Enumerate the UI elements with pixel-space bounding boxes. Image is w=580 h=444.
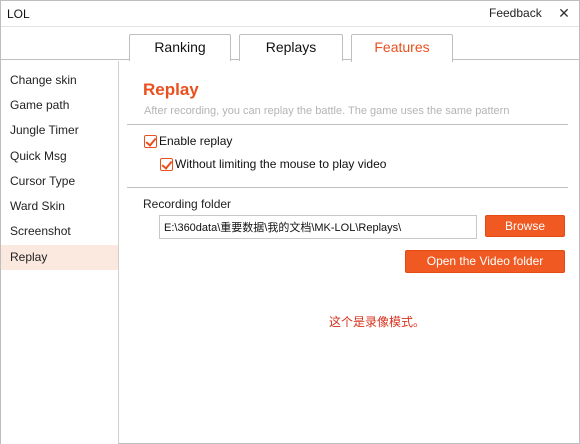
sidebar-item-game-path[interactable]: Game path (1, 93, 118, 118)
close-icon[interactable]: ✕ (555, 5, 573, 21)
recording-folder-label: Recording folder (143, 197, 232, 211)
enable-replay-checkbox[interactable]: Enable replay (144, 134, 232, 148)
no-mouse-limit-label: Without limiting the mouse to play video (175, 157, 387, 171)
enable-replay-label: Enable replay (159, 134, 233, 148)
tab-bar: Ranking Replays Features (1, 28, 579, 62)
recording-folder-input[interactable] (159, 215, 477, 239)
feedback-link[interactable]: Feedback (489, 6, 542, 20)
app-window: LOL Feedback ✕ Ranking Replays Features … (0, 0, 580, 444)
browse-button[interactable]: Browse (485, 215, 565, 237)
no-mouse-limit-checkbox[interactable]: Without limiting the mouse to play video (160, 157, 386, 171)
title-bar: LOL Feedback ✕ (1, 1, 579, 27)
sidebar-item-screenshot[interactable]: Screenshot (1, 219, 118, 244)
section-description: After recording, you can replay the batt… (144, 105, 510, 117)
tab-features[interactable]: Features (351, 34, 453, 62)
sidebar-item-ward-skin[interactable]: Ward Skin (1, 194, 118, 219)
app-title: LOL (7, 7, 30, 21)
replay-mode-note: 这个是录像模式。 (329, 315, 426, 329)
section-title: Replay (143, 80, 199, 99)
sidebar-item-cursor-type[interactable]: Cursor Type (1, 169, 118, 194)
tab-ranking[interactable]: Ranking (129, 34, 231, 61)
sidebar-item-change-skin[interactable]: Change skin (1, 68, 118, 93)
tab-replays[interactable]: Replays (239, 34, 343, 61)
replay-panel: Replay After recording, you can replay t… (120, 61, 579, 444)
checkbox-checked-icon[interactable] (144, 134, 157, 148)
divider (127, 124, 568, 125)
sidebar-item-quick-msg[interactable]: Quick Msg (1, 144, 118, 169)
divider (127, 187, 568, 188)
open-video-folder-button[interactable]: Open the Video folder (405, 250, 565, 273)
sidebar-item-replay[interactable]: Replay (1, 245, 118, 270)
checkbox-checked-icon[interactable] (160, 157, 173, 171)
sidebar: Change skin Game path Jungle Timer Quick… (1, 61, 119, 444)
sidebar-item-jungle-timer[interactable]: Jungle Timer (1, 118, 118, 143)
